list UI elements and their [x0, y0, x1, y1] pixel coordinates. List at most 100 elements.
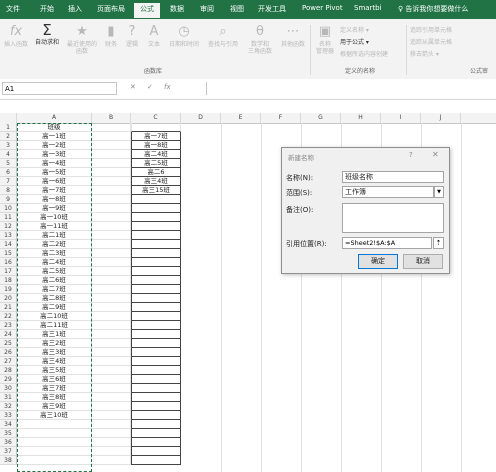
cell-b[interactable]: [92, 240, 131, 249]
row-number[interactable]: 1: [0, 123, 17, 132]
row-number[interactable]: 17: [0, 267, 17, 276]
cell-a[interactable]: 高三6班: [17, 375, 92, 384]
row-number[interactable]: 8: [0, 186, 17, 195]
cell-a[interactable]: 高三9班: [17, 402, 92, 411]
cell-c[interactable]: [131, 357, 181, 366]
tab-home[interactable]: 开始: [40, 4, 54, 14]
row-number[interactable]: 32: [0, 402, 17, 411]
cell-b[interactable]: [92, 339, 131, 348]
row-number[interactable]: 29: [0, 375, 17, 384]
tab-developer[interactable]: 开发工具: [258, 4, 286, 14]
cell-b[interactable]: [92, 141, 131, 150]
create-from-selection-button[interactable]: 根据所选内容创建: [340, 49, 388, 58]
row-number[interactable]: 20: [0, 294, 17, 303]
cell-a[interactable]: [17, 456, 92, 465]
datetime-button[interactable]: ◷ 日期和时间: [166, 25, 202, 49]
column-header-a[interactable]: A: [17, 113, 92, 123]
cell-b[interactable]: [92, 402, 131, 411]
cell-c[interactable]: [131, 285, 181, 294]
cell-a[interactable]: 高三7班: [17, 384, 92, 393]
cell-b[interactable]: [92, 330, 131, 339]
cell-a[interactable]: [17, 438, 92, 447]
row-number[interactable]: 10: [0, 204, 17, 213]
cell-c[interactable]: [131, 456, 181, 465]
cell-c[interactable]: [131, 195, 181, 204]
cell-a[interactable]: 高二9班: [17, 303, 92, 312]
cell-a[interactable]: 高一8班: [17, 195, 92, 204]
cell-a[interactable]: [17, 447, 92, 456]
cell-a[interactable]: 高二10班: [17, 312, 92, 321]
tab-smartbi[interactable]: Smartbi: [354, 4, 382, 12]
cell-a[interactable]: 高二2班: [17, 240, 92, 249]
row-number[interactable]: 4: [0, 150, 17, 159]
cell-a[interactable]: 高一1班: [17, 132, 92, 141]
row-number[interactable]: 38: [0, 456, 17, 465]
cell-b[interactable]: [92, 420, 131, 429]
row-number[interactable]: 15: [0, 249, 17, 258]
cell-b[interactable]: [92, 249, 131, 258]
name-box[interactable]: A1: [2, 82, 117, 95]
cell-c[interactable]: [131, 276, 181, 285]
cell-b[interactable]: [92, 384, 131, 393]
cell-c[interactable]: [131, 204, 181, 213]
column-header-d[interactable]: D: [181, 113, 221, 123]
cell-b[interactable]: [92, 222, 131, 231]
cell-a[interactable]: 高一9班: [17, 204, 92, 213]
row-number[interactable]: 21: [0, 303, 17, 312]
cell-c[interactable]: [131, 231, 181, 240]
cell-c[interactable]: 高三15班: [131, 186, 181, 195]
cell-a[interactable]: 高三10班: [17, 411, 92, 420]
cell-a[interactable]: 高一3班: [17, 150, 92, 159]
cell-c[interactable]: [131, 321, 181, 330]
cell-a[interactable]: [17, 429, 92, 438]
row-number[interactable]: 26: [0, 348, 17, 357]
cell-b[interactable]: [92, 357, 131, 366]
more-functions-button[interactable]: ⋯ 其他函数: [278, 25, 308, 49]
row-number[interactable]: 13: [0, 231, 17, 240]
row-number[interactable]: 23: [0, 321, 17, 330]
cell-c[interactable]: [131, 366, 181, 375]
recent-functions-button[interactable]: ★ 最近使用的 函数: [64, 25, 100, 56]
cell-c[interactable]: [131, 429, 181, 438]
cell-c[interactable]: [131, 294, 181, 303]
column-header-j[interactable]: J: [421, 113, 461, 123]
use-in-formula-button[interactable]: 用于公式 ▾: [340, 37, 369, 46]
row-number[interactable]: 3: [0, 141, 17, 150]
remove-arrows-button[interactable]: 移去箭头 ▾: [410, 49, 439, 58]
row-number[interactable]: 18: [0, 276, 17, 285]
column-header-g[interactable]: G: [301, 113, 341, 123]
cell-a[interactable]: 高一5班: [17, 168, 92, 177]
cell-c[interactable]: [131, 411, 181, 420]
cell-b[interactable]: [92, 375, 131, 384]
tab-power-pivot[interactable]: Power Pivot: [302, 4, 343, 12]
select-all-corner[interactable]: [0, 113, 17, 123]
insert-function-button[interactable]: fx 插入函数: [2, 25, 30, 49]
cell-c[interactable]: [131, 330, 181, 339]
row-number[interactable]: 33: [0, 411, 17, 420]
cell-b[interactable]: [92, 213, 131, 222]
row-number[interactable]: 11: [0, 213, 17, 222]
text-button[interactable]: A 文本: [144, 25, 164, 49]
cancel-icon[interactable]: ✕: [130, 83, 136, 91]
row-number[interactable]: 35: [0, 429, 17, 438]
column-header-f[interactable]: F: [261, 113, 301, 123]
cell-a[interactable]: 高二4班: [17, 258, 92, 267]
tell-me-search[interactable]: ♀ 告诉我你想要做什么: [398, 4, 468, 14]
cell-b[interactable]: [92, 132, 131, 141]
cell-b[interactable]: [92, 447, 131, 456]
cell-b[interactable]: [92, 294, 131, 303]
tab-review[interactable]: 审阅: [200, 4, 214, 14]
row-number[interactable]: 14: [0, 240, 17, 249]
row-number[interactable]: 5: [0, 159, 17, 168]
cell-b[interactable]: [92, 321, 131, 330]
cell-c[interactable]: [131, 222, 181, 231]
enter-icon[interactable]: ✓: [147, 83, 153, 91]
cell-a[interactable]: 高一11班: [17, 222, 92, 231]
cell-b[interactable]: [92, 168, 131, 177]
cell-c[interactable]: 高二5班: [131, 159, 181, 168]
name-input[interactable]: 班级名称: [342, 171, 444, 183]
ok-button[interactable]: 确定: [358, 254, 398, 269]
cell-c[interactable]: [131, 438, 181, 447]
cell-a[interactable]: 高二11班: [17, 321, 92, 330]
cell-b[interactable]: [92, 177, 131, 186]
